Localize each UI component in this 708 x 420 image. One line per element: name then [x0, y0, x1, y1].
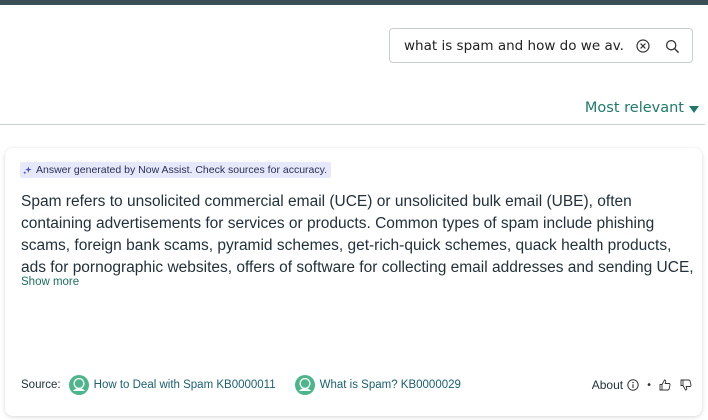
badge-text: Answer generated by Now Assist. Check so… — [36, 164, 328, 176]
about-link[interactable]: About — [592, 378, 623, 392]
search-icon[interactable] — [665, 39, 680, 54]
answer-text: Spam refers to unsolicited commercial em… — [21, 193, 694, 276]
source-link-2[interactable]: What is Spam? KB0000029 — [294, 375, 461, 395]
thumbs-up-icon[interactable] — [659, 379, 671, 391]
source-link-label: What is Spam? KB0000029 — [319, 379, 461, 391]
sparkle-icon — [23, 165, 32, 174]
thumbs-down-icon[interactable] — [680, 379, 692, 391]
search-box[interactable]: what is spam and how do we av... — [389, 28, 693, 63]
source-label: Source: — [21, 379, 61, 391]
about-feedback-row: About • — [592, 378, 692, 392]
search-results-page: what is spam and how do we av... Most re… — [0, 5, 708, 420]
sources-row: Source: How to Deal with Spam KB0000011 — [21, 373, 480, 397]
show-more-link[interactable]: Show more — [21, 276, 79, 288]
caret-down-icon — [689, 105, 699, 113]
sort-label: Most relevant — [584, 100, 684, 116]
ai-disclaimer-badge: Answer generated by Now Assist. Check so… — [20, 162, 332, 178]
source-link-label: How to Deal with Spam KB0000011 — [93, 379, 276, 391]
results-divider — [0, 124, 705, 125]
ai-answer-card: Answer generated by Now Assist. Check so… — [5, 148, 702, 416]
source-link-1[interactable]: How to Deal with Spam KB0000011 — [68, 375, 276, 395]
knowledge-article-icon — [294, 375, 315, 395]
search-input[interactable]: what is spam and how do we av... — [404, 38, 624, 54]
clear-circle-icon[interactable] — [636, 39, 650, 53]
sort-dropdown[interactable]: Most relevant — [585, 100, 699, 116]
info-icon[interactable] — [627, 379, 639, 391]
separator-dot: • — [646, 379, 652, 391]
knowledge-article-icon — [68, 375, 89, 395]
